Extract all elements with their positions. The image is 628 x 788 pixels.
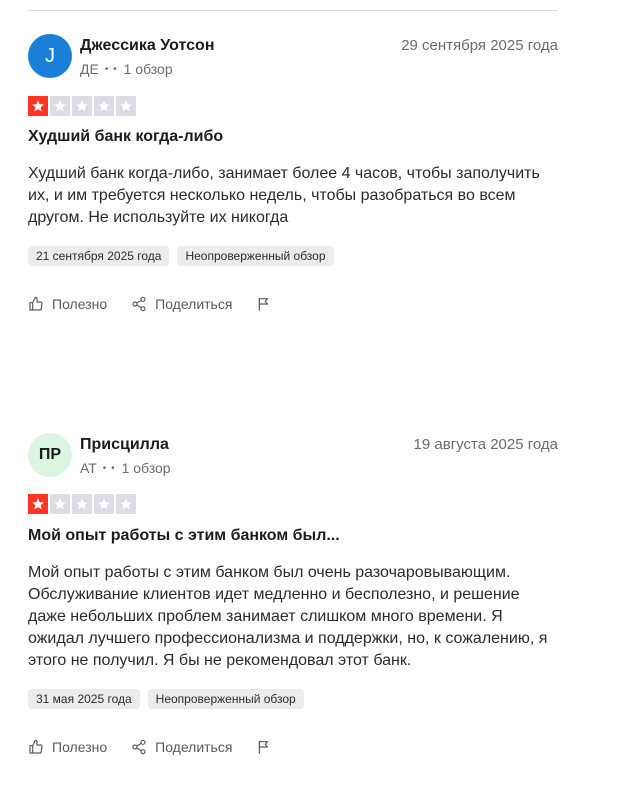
review-card: ПР Присцилла АТ • • 1 обзор 19 августа 2…: [28, 433, 558, 755]
thumbs-up-icon: [29, 739, 43, 754]
share-button[interactable]: Поделиться: [131, 739, 232, 755]
avatar[interactable]: ПР: [28, 433, 72, 477]
star-filled-icon: [28, 494, 48, 514]
share-label: Поделиться: [155, 739, 233, 755]
review-title[interactable]: Мой опыт работы с этим банком был...: [28, 527, 340, 545]
star-empty-icon: [50, 494, 70, 514]
reviewer-name[interactable]: Джессика Уотсон: [80, 37, 214, 55]
review-header: J Джессика Уотсон ДЕ • • 1 обзор 29 сент…: [28, 34, 558, 82]
review-tags: 31 мая 2025 года Неопроверженный обзор: [28, 689, 304, 709]
avatar[interactable]: J: [28, 34, 72, 78]
star-empty-icon: [116, 494, 136, 514]
verification-badge[interactable]: Неопроверженный обзор: [147, 689, 304, 709]
helpful-button[interactable]: Полезно: [28, 296, 107, 312]
experience-date-badge: 21 сентября 2025 года: [28, 246, 170, 266]
avatar-initials: J: [45, 44, 55, 67]
star-empty-icon: [116, 96, 136, 116]
helpful-label: Полезно: [52, 739, 108, 755]
share-icon: [132, 739, 146, 755]
review-date: 19 августа 2025 года: [413, 436, 558, 453]
reviewer-name[interactable]: Присцилла: [80, 436, 169, 454]
verification-badge[interactable]: Неопроверженный обзор: [177, 246, 334, 266]
avatar-initials: ПР: [38, 446, 62, 463]
reviewer-meta: ДЕ • • 1 обзор: [80, 61, 173, 77]
star-filled-icon: [28, 96, 48, 116]
top-divider: [28, 10, 558, 11]
flag-icon: [259, 298, 269, 311]
experience-date-badge: 31 мая 2025 года: [28, 689, 140, 709]
review-actions: Полезно Поделиться: [28, 296, 272, 312]
review-header: ПР Присцилла АТ • • 1 обзор 19 августа 2…: [28, 433, 558, 481]
flag-icon: [259, 741, 269, 754]
separator-dots-icon: • •: [102, 462, 116, 474]
reviewer-review-count: 1 обзор: [123, 61, 173, 77]
star-empty-icon: [72, 96, 92, 116]
helpful-button[interactable]: Полезно: [28, 739, 107, 755]
reviewer-review-count: 1 обзор: [121, 460, 171, 476]
star-empty-icon: [94, 494, 114, 514]
share-label: Поделиться: [155, 296, 233, 312]
reviewer-country: ДЕ: [80, 61, 99, 77]
star-empty-icon: [72, 494, 92, 514]
helpful-label: Полезно: [52, 296, 108, 312]
review-title[interactable]: Худший банк когда-либо: [28, 128, 223, 146]
review-text: Худший банк когда-либо, занимает более 4…: [28, 165, 540, 226]
reviewer-country: АТ: [80, 460, 97, 476]
separator-dots-icon: • •: [104, 63, 118, 75]
share-icon: [132, 296, 146, 312]
star-empty-icon: [94, 96, 114, 116]
review-text: Мой опыт работы с этим банком был очень …: [28, 564, 548, 669]
star-rating: [28, 96, 136, 116]
review-actions: Полезно Поделиться: [28, 739, 272, 755]
thumbs-up-icon: [29, 296, 43, 311]
star-empty-icon: [50, 96, 70, 116]
report-button[interactable]: [256, 739, 272, 755]
share-button[interactable]: Поделиться: [131, 296, 232, 312]
review-card: J Джессика Уотсон ДЕ • • 1 обзор 29 сент…: [28, 34, 558, 312]
reviewer-meta: АТ • • 1 обзор: [80, 460, 171, 476]
star-rating: [28, 494, 136, 514]
review-tags: 21 сентября 2025 года Неопроверженный об…: [28, 246, 334, 266]
review-date: 29 сентября 2025 года: [401, 37, 558, 54]
report-button[interactable]: [256, 296, 272, 312]
